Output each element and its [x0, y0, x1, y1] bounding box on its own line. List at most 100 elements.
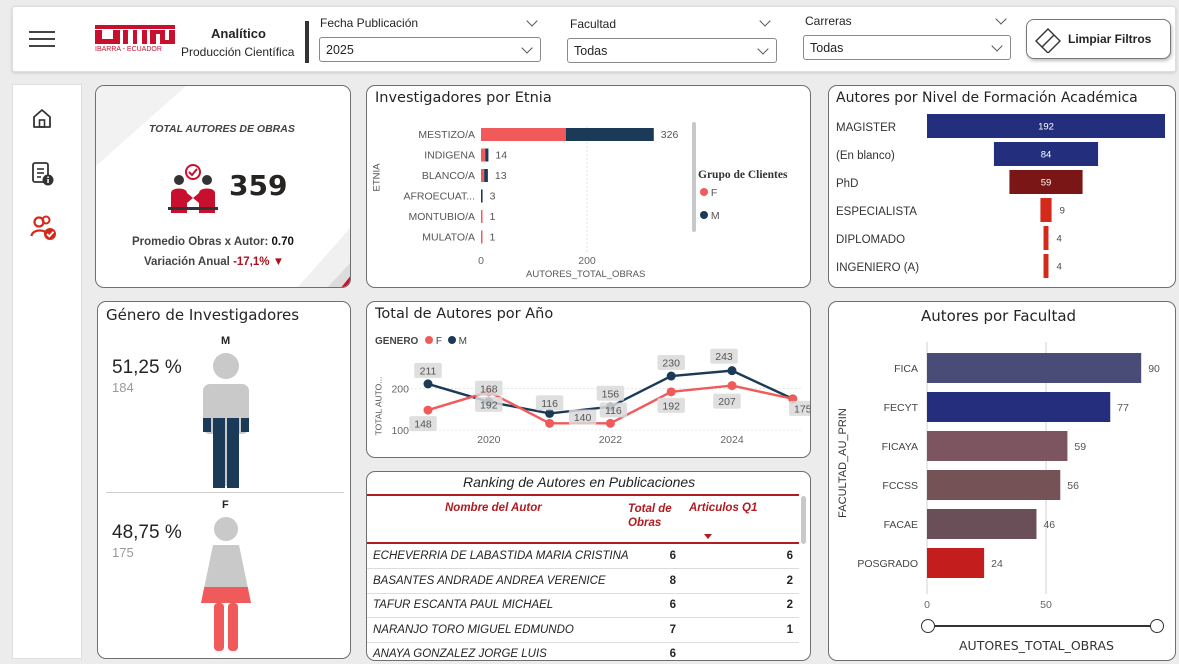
- anio-point-m[interactable]: [423, 379, 433, 389]
- legend-item-f: F: [700, 187, 717, 199]
- anio-point-f[interactable]: [727, 381, 737, 391]
- etnia-bar-m[interactable]: [484, 169, 488, 182]
- nivel-data-label: 4: [1056, 262, 1061, 273]
- anio-data-label: 156: [602, 388, 620, 400]
- table-row[interactable]: TAFUR ESCANTA PAUL MICHAEL 6 2: [367, 593, 799, 618]
- filter-fecha-dropdown[interactable]: 2025: [319, 37, 541, 62]
- filter-carreras-collapse-icon[interactable]: [995, 13, 1007, 25]
- anio-point-f[interactable]: [423, 405, 433, 415]
- nivel-data-label: 9: [1060, 206, 1065, 217]
- users-check-icon[interactable]: [30, 215, 58, 241]
- ranking-header-total: Total de Obras: [628, 503, 672, 529]
- table-row[interactable]: ANAYA GONZALEZ JORGE LUIS 6: [367, 642, 799, 660]
- table-row[interactable]: ECHEVERRIA DE LABASTIDA MARIA CRISTINA 6 6: [367, 544, 799, 569]
- kpi-average-value: 0.70: [271, 236, 294, 248]
- genero-f-count: 175: [112, 545, 134, 560]
- table-row[interactable]: NARANJO TORO MIGUEL EDMUNDO 7 1: [367, 617, 799, 643]
- top-bar: IBARRA - ECUADOR Analítico Producción Ci…: [12, 6, 1176, 72]
- facultad-data-label: 56: [1067, 480, 1079, 492]
- kpi-card: TOTAL AUTORES DE OBRAS 359 Promedio Obra…: [95, 85, 351, 288]
- etnia-chart: MESTIZO/A 326INDIGENA 14BLANCO/A 13AFROECUA…: [403, 126, 678, 267]
- anio-card: Total de Autores por Año GENERO F M TOTA…: [366, 301, 811, 458]
- report-info-icon[interactable]: [31, 161, 55, 187]
- author-name-cell: TAFUR ESCANTA PAUL MICHAEL: [367, 593, 637, 618]
- ranking-table: ECHEVERRIA DE LABASTIDA MARIA CRISTINA 6 6…: [367, 544, 799, 660]
- etnia-bar-f[interactable]: [481, 230, 483, 244]
- anio-point-m[interactable]: [666, 371, 676, 381]
- nivel-data-label: 192: [1038, 122, 1054, 133]
- etnia-bar-m[interactable]: [565, 128, 654, 141]
- etnia-bar-f[interactable]: [481, 169, 485, 182]
- facultad-category-label: FCCSS: [882, 480, 918, 492]
- ranking-title-underline: [367, 494, 799, 496]
- total-obras-cell: 6: [637, 642, 682, 660]
- anio-point-f[interactable]: [605, 418, 615, 428]
- filter-carreras-dropdown[interactable]: Todas: [803, 35, 1011, 60]
- legend-label-f: F: [710, 187, 718, 199]
- ranking-header-name: Nombre del Autor: [445, 502, 542, 514]
- anio-data-label: 192: [662, 400, 680, 412]
- kpi-average-row: Promedio Obras x Autor: 0.70: [132, 236, 294, 248]
- filter-facultad-dropdown[interactable]: Todas: [567, 38, 777, 63]
- etnia-data-label: 14: [495, 150, 507, 162]
- anio-data-label: 148: [414, 419, 432, 431]
- kpi-variation-value: -17,1%: [233, 256, 270, 268]
- anio-data-label: 116: [541, 398, 558, 410]
- ranking-header-q1[interactable]: Articulos Q1: [689, 502, 757, 514]
- ranking-scrollbar[interactable]: [801, 496, 806, 544]
- anio-data-label: 192: [480, 399, 498, 411]
- etnia-bar-f[interactable]: [481, 128, 566, 141]
- sort-desc-icon[interactable]: [704, 534, 712, 539]
- filter-facultad-collapse-icon[interactable]: [759, 15, 771, 27]
- genero-m-count: 184: [112, 380, 134, 395]
- facultad-bar[interactable]: [927, 353, 1142, 383]
- facultad-range-slider[interactable]: [921, 619, 1164, 633]
- anio-point-f[interactable]: [545, 418, 555, 428]
- anio-y-tick: 100: [391, 425, 409, 437]
- facultad-bar[interactable]: [927, 509, 1037, 539]
- filter-fecha-collapse-icon[interactable]: [526, 15, 538, 27]
- nivel-bar[interactable]: [1043, 226, 1049, 250]
- facultad-bar[interactable]: [927, 548, 985, 578]
- anio-x-tick: 2020: [477, 434, 501, 446]
- facultad-bar[interactable]: [927, 431, 1068, 461]
- facultad-bar[interactable]: [927, 392, 1111, 422]
- nivel-chart: MAGISTER 192 (En blanco) 84 PhD 59 ESPECIALIST…: [836, 114, 1165, 278]
- hamburger-menu-icon[interactable]: [29, 29, 55, 49]
- etnia-bar-f[interactable]: [481, 148, 486, 162]
- slider-handle-left[interactable]: [921, 619, 935, 633]
- facultad-data-label: 59: [1074, 441, 1086, 453]
- kpi-variation-row: Variación Anual -17,1% ▼: [144, 256, 284, 268]
- kpi-average-label: Promedio Obras x Autor:: [132, 236, 269, 248]
- facultad-category-label: FECYT: [884, 402, 919, 414]
- etnia-bar-f[interactable]: [481, 210, 483, 223]
- nivel-bar[interactable]: [1040, 198, 1052, 222]
- slider-handle-right[interactable]: [1150, 619, 1164, 633]
- anio-point-m[interactable]: [727, 366, 737, 376]
- ranking-title: Ranking de Autores en Publicaciones: [463, 474, 696, 490]
- chevron-down-icon: [757, 43, 769, 55]
- etnia-data-label: 13: [495, 170, 507, 182]
- header-title: Analítico: [211, 26, 266, 41]
- etnia-legend-title: Grupo de Clientes: [698, 169, 788, 181]
- legend-dot-icon: [700, 211, 708, 219]
- filter-facultad-label: Facultad: [570, 17, 617, 31]
- table-row[interactable]: BASANTES ANDRADE ANDREA VERENICE 8 2: [367, 568, 799, 594]
- etnia-scrollbar[interactable]: [692, 122, 696, 232]
- etnia-bar-m[interactable]: [485, 148, 489, 162]
- genero-m-percent: 51,25 %: [112, 357, 182, 378]
- facultad-data-label: 77: [1117, 402, 1129, 414]
- anio-data-label: 116: [605, 405, 622, 417]
- anio-data-label: 140: [574, 412, 592, 424]
- home-icon[interactable]: [31, 107, 53, 129]
- header-subtitle: Producción Científica: [181, 45, 295, 59]
- nivel-bar[interactable]: [1043, 254, 1049, 278]
- logo-subtitle: IBARRA - ECUADOR: [95, 46, 162, 53]
- etnia-bar-m[interactable]: [481, 189, 483, 203]
- etnia-category-label: MONTUBIO/A: [408, 211, 475, 223]
- clear-filters-button[interactable]: Limpiar Filtros: [1026, 19, 1171, 59]
- etnia-data-label: 1: [490, 232, 496, 244]
- facultad-bar[interactable]: [927, 470, 1061, 500]
- anio-point-f[interactable]: [666, 387, 676, 397]
- female-figure-icon: [201, 517, 251, 651]
